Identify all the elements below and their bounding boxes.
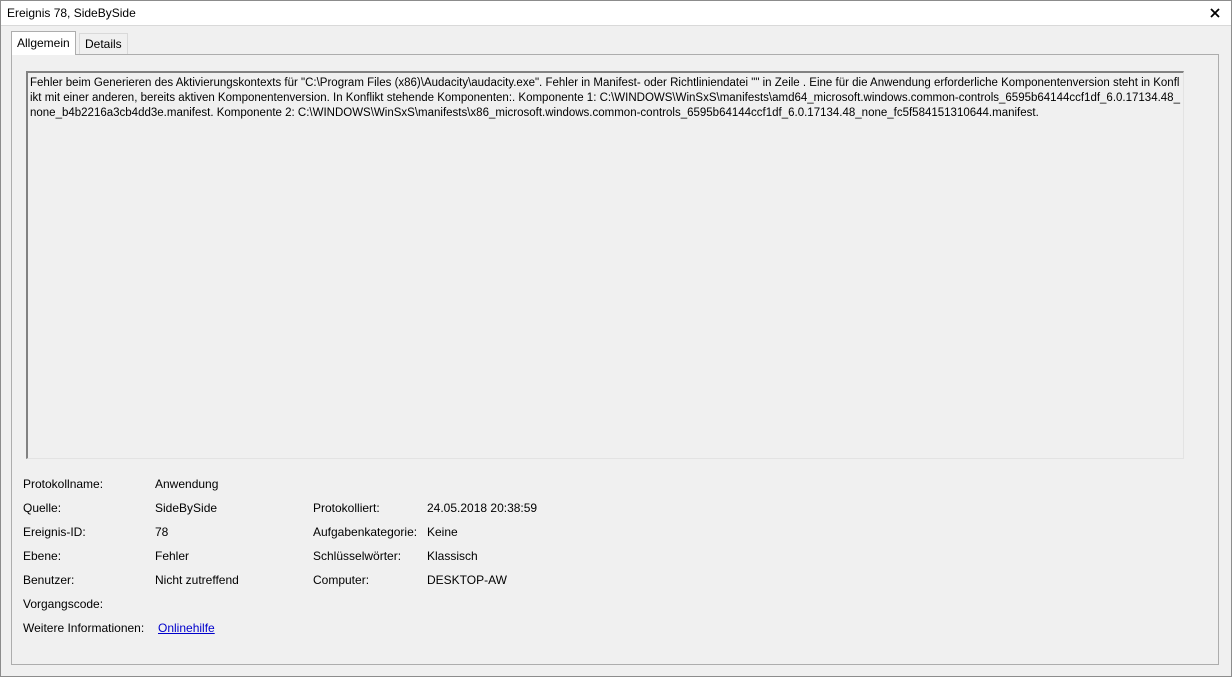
tab-details[interactable]: Details [79, 33, 128, 54]
value-ebene: Fehler [155, 549, 190, 563]
event-description[interactable]: Fehler beim Generieren des Aktivierungsk… [26, 71, 1184, 459]
value-ereignis-id: 78 [155, 525, 169, 539]
event-properties-window: Ereignis 78, SideBySide Allgemein Detail… [0, 0, 1232, 677]
tab-panel-allgemein: Fehler beim Generieren des Aktivierungsk… [11, 54, 1219, 665]
value-schluesselwoerter: Klassisch [427, 549, 478, 563]
title-bar: Ereignis 78, SideBySide [1, 1, 1231, 26]
close-icon [1210, 8, 1220, 18]
label-schluesselwoerter: Schlüsselwörter: [313, 549, 402, 563]
label-protokolliert: Protokolliert: [313, 501, 380, 515]
label-computer: Computer: [313, 573, 370, 587]
value-quelle: SideBySide [155, 501, 218, 515]
label-weitere-informationen: Weitere Informationen: [23, 621, 145, 635]
label-ereignis-id: Ereignis-ID: [23, 525, 86, 539]
value-protokolliert: 24.05.2018 20:38:59 [427, 501, 538, 515]
label-ebene: Ebene: [23, 549, 62, 563]
label-quelle: Quelle: [23, 501, 62, 515]
close-button[interactable] [1205, 3, 1225, 23]
label-aufgabenkategorie: Aufgabenkategorie: [313, 525, 418, 539]
value-protokollname: Anwendung [155, 477, 219, 491]
value-benutzer: Nicht zutreffend [155, 573, 239, 587]
onlinehilfe-link[interactable]: Onlinehilfe [158, 621, 215, 635]
value-computer: DESKTOP-AW [427, 573, 508, 587]
value-aufgabenkategorie: Keine [427, 525, 458, 539]
window-title: Ereignis 78, SideBySide [7, 6, 136, 20]
label-protokollname: Protokollname: [23, 477, 104, 491]
label-benutzer: Benutzer: [23, 573, 75, 587]
label-vorgangscode: Vorgangscode: [23, 597, 104, 611]
tab-allgemein[interactable]: Allgemein [11, 31, 76, 55]
